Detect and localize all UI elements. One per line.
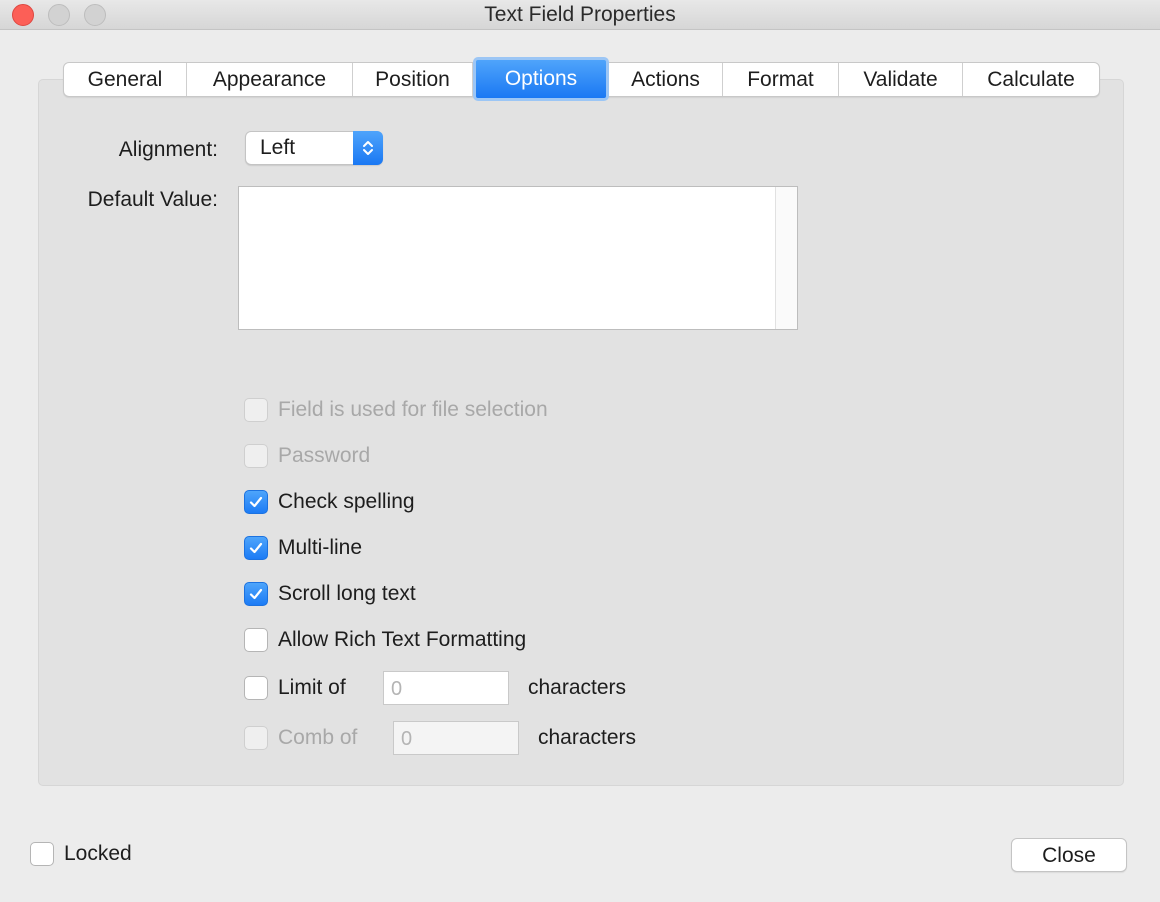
tab-position[interactable]: Position [353, 63, 473, 96]
checkmark-icon [249, 588, 263, 600]
comb-label: Comb of [278, 726, 358, 749]
comb-suffix: characters [538, 726, 637, 749]
comb-input[interactable]: 0 [393, 721, 519, 755]
check-spelling-label: Check spelling [278, 490, 415, 513]
limit-checkbox[interactable] [244, 676, 268, 700]
file-selection-label: Field is used for file selection [278, 398, 548, 421]
scroll-long-text-checkbox[interactable] [244, 582, 268, 606]
file-selection-checkbox[interactable] [244, 398, 268, 422]
rich-text-option[interactable]: Allow Rich Text Formatting [244, 627, 526, 653]
close-button[interactable]: Close [1011, 838, 1127, 872]
checkmark-icon [249, 542, 263, 554]
password-checkbox[interactable] [244, 444, 268, 468]
checkmark-icon [249, 496, 263, 508]
limit-input[interactable]: 0 [383, 671, 509, 705]
locked-checkbox[interactable] [30, 842, 54, 866]
multi-line-option[interactable]: Multi-line [244, 535, 362, 561]
locked-option[interactable]: Locked [30, 841, 132, 867]
default-value-textarea[interactable] [238, 186, 798, 330]
alignment-popup[interactable]: Left [245, 131, 383, 165]
alignment-label: Alignment: [118, 138, 218, 161]
rich-text-checkbox[interactable] [244, 628, 268, 652]
textarea-scrollbar[interactable] [775, 187, 797, 329]
tab-bar: General Appearance Position Options Acti… [63, 57, 1100, 101]
updown-chevron-icon [353, 131, 383, 165]
tab-validate[interactable]: Validate [839, 63, 963, 96]
locked-label: Locked [64, 842, 132, 865]
check-spelling-checkbox[interactable] [244, 490, 268, 514]
tab-format[interactable]: Format [723, 63, 839, 96]
scroll-long-text-label: Scroll long text [278, 582, 416, 605]
scroll-long-text-option[interactable]: Scroll long text [244, 581, 416, 607]
tab-general[interactable]: General [64, 63, 187, 96]
tab-calculate[interactable]: Calculate [963, 63, 1099, 96]
limit-suffix: characters [528, 676, 627, 699]
multi-line-checkbox[interactable] [244, 536, 268, 560]
comb-option[interactable]: Comb of [244, 725, 357, 751]
check-spelling-option[interactable]: Check spelling [244, 489, 415, 515]
tab-appearance[interactable]: Appearance [187, 63, 353, 96]
dialog-window: Text Field Properties General Appearance… [0, 0, 1160, 902]
limit-label: Limit of [278, 676, 346, 699]
multi-line-label: Multi-line [278, 536, 363, 559]
comb-checkbox[interactable] [244, 726, 268, 750]
title-bar: Text Field Properties [0, 0, 1160, 30]
default-value-label: Default Value: [87, 188, 218, 211]
rich-text-label: Allow Rich Text Formatting [278, 628, 527, 651]
alignment-value: Left [260, 136, 296, 159]
limit-option[interactable]: Limit of [244, 675, 346, 701]
password-label: Password [278, 444, 371, 467]
window-title: Text Field Properties [484, 3, 676, 26]
file-selection-option[interactable]: Field is used for file selection [244, 397, 548, 423]
tab-options[interactable]: Options [473, 57, 609, 101]
tab-actions[interactable]: Actions [609, 63, 723, 96]
password-option[interactable]: Password [244, 443, 370, 469]
